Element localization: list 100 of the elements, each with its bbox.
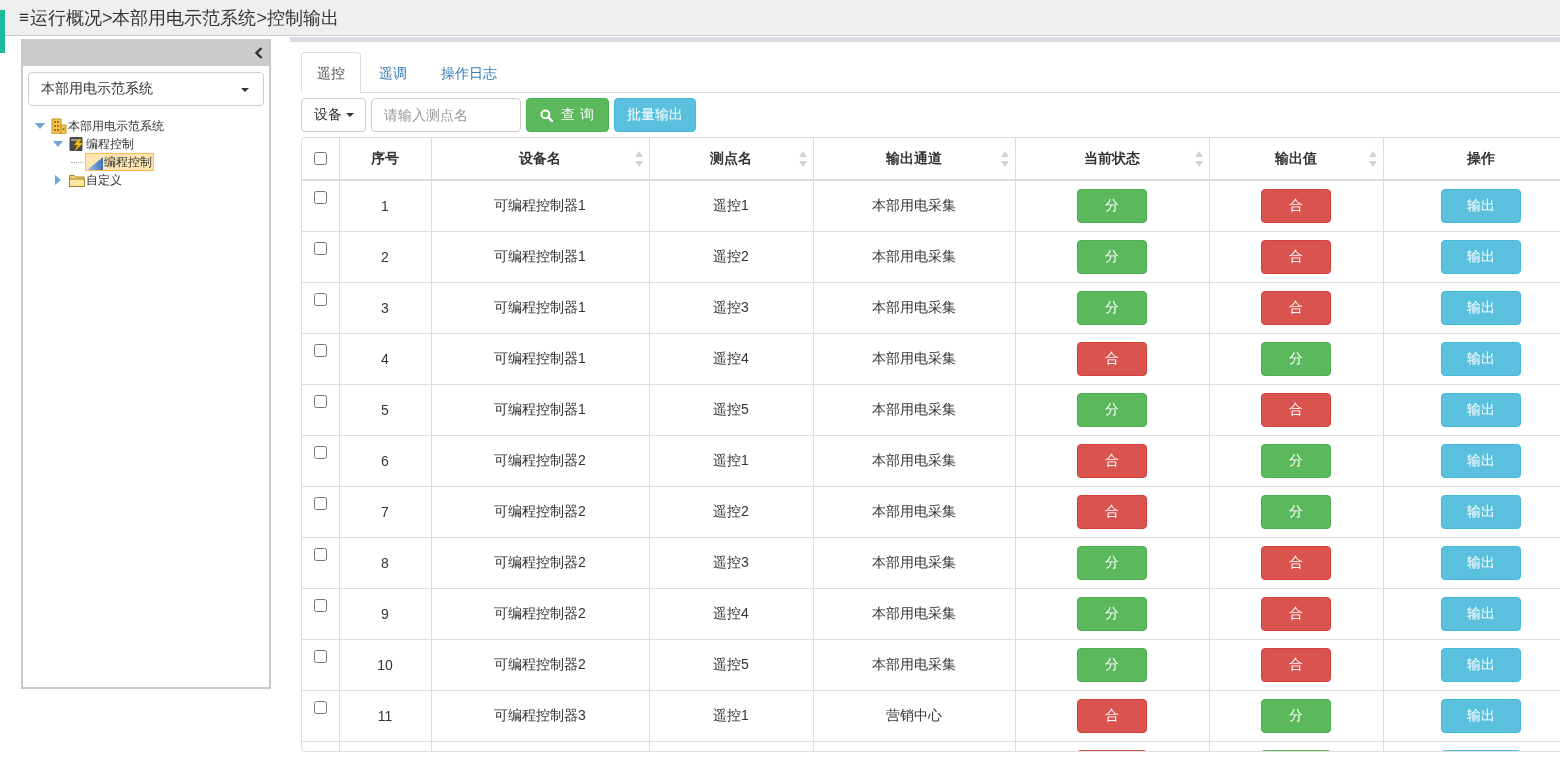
table-cell: 可编程控制器2 bbox=[431, 639, 649, 690]
tree-item[interactable]: 本部用电示范系统 bbox=[49, 117, 166, 135]
device-filter-dropdown[interactable]: 设备 bbox=[301, 98, 366, 132]
column-header: 输出通道 bbox=[886, 149, 942, 168]
table-cell: 遥控1 bbox=[649, 180, 813, 231]
tree-item[interactable]: 自定义 bbox=[67, 171, 124, 189]
state-indicator: 分 bbox=[1077, 596, 1147, 631]
state-indicator: 合 bbox=[1077, 443, 1147, 478]
output-value-button[interactable]: 合 bbox=[1261, 596, 1331, 631]
state-indicator: 合 bbox=[1077, 698, 1147, 733]
table-cell: 本部用电采集 bbox=[813, 486, 1015, 537]
output-button[interactable]: 输出 bbox=[1441, 392, 1521, 427]
table-cell: 本部用电采集 bbox=[813, 639, 1015, 690]
row-checkbox[interactable] bbox=[313, 241, 327, 255]
output-value-button[interactable]: 合 bbox=[1261, 290, 1331, 325]
table-cell: 营销中心 bbox=[813, 690, 1015, 741]
signal-icon bbox=[87, 154, 103, 170]
tab[interactable]: 遥控 bbox=[301, 52, 361, 93]
folder-icon bbox=[69, 172, 85, 188]
table-cell: 遥控2 bbox=[649, 486, 813, 537]
state-indicator: 合 bbox=[1077, 494, 1147, 529]
state-indicator: 分 bbox=[1077, 290, 1147, 325]
column-header: 操作 bbox=[1467, 149, 1495, 168]
output-value-button[interactable]: 合 bbox=[1261, 545, 1331, 580]
row-checkbox[interactable] bbox=[313, 496, 327, 510]
table-cell: 本部用电采集 bbox=[813, 282, 1015, 333]
table-cell: 可编程控制器2 bbox=[431, 588, 649, 639]
row-checkbox[interactable] bbox=[313, 700, 327, 714]
output-button[interactable]: 输出 bbox=[1441, 341, 1521, 376]
table-cell: 1 bbox=[339, 180, 431, 231]
output-value-button[interactable]: 合 bbox=[1261, 188, 1331, 223]
search-icon bbox=[539, 108, 553, 122]
table-cell: 9 bbox=[339, 588, 431, 639]
state-indicator: 分 bbox=[1077, 239, 1147, 274]
table-cell: 可编程控制器2 bbox=[431, 537, 649, 588]
search-field[interactable]: 请输入测点名 bbox=[371, 98, 521, 132]
tree-item[interactable]: 编程控制 bbox=[67, 135, 136, 153]
batch-output-button[interactable]: 批量输出 bbox=[614, 98, 696, 132]
output-button[interactable]: 输出 bbox=[1441, 290, 1521, 325]
row-checkbox[interactable] bbox=[313, 292, 327, 306]
output-button[interactable]: 输出 bbox=[1441, 647, 1521, 682]
column-header: 输出值 bbox=[1275, 149, 1317, 168]
table-cell: 遥控1 bbox=[649, 690, 813, 741]
column-header: 设备名 bbox=[519, 149, 561, 168]
table-cell: 可编程控制器2 bbox=[431, 435, 649, 486]
tree-item[interactable]: 编程控制 bbox=[85, 153, 154, 171]
output-value-button[interactable]: 分 bbox=[1261, 341, 1331, 376]
table-cell: 5 bbox=[339, 384, 431, 435]
row-checkbox[interactable] bbox=[313, 547, 327, 561]
table-cell: 遥控5 bbox=[649, 639, 813, 690]
table-cell: 可编程控制器3 bbox=[431, 690, 649, 741]
row-checkbox[interactable] bbox=[313, 191, 327, 204]
table-cell: 可编程控制器1 bbox=[431, 282, 649, 333]
state-indicator: 分 bbox=[1077, 188, 1147, 223]
caret-icon bbox=[241, 88, 249, 92]
expand-arrow-icon[interactable] bbox=[53, 139, 63, 149]
lightning-box-icon bbox=[69, 136, 85, 152]
row-checkbox[interactable] bbox=[313, 343, 327, 357]
expand-arrow-icon[interactable] bbox=[53, 175, 63, 185]
select-all-checkbox[interactable] bbox=[313, 152, 327, 165]
expand-arrow-icon[interactable] bbox=[35, 121, 45, 131]
output-button[interactable]: 输出 bbox=[1441, 443, 1521, 478]
output-button[interactable]: 输出 bbox=[1441, 188, 1521, 223]
state-indicator: 分 bbox=[1077, 647, 1147, 682]
output-value-button[interactable]: 合 bbox=[1261, 647, 1331, 682]
building-icon bbox=[51, 118, 67, 134]
output-value-button[interactable]: 分 bbox=[1261, 494, 1331, 529]
tab[interactable]: 操作日志 bbox=[425, 52, 513, 93]
row-checkbox[interactable] bbox=[313, 445, 327, 459]
table-cell: 可编程控制器2 bbox=[431, 486, 649, 537]
table-cell: 本部用电采集 bbox=[813, 435, 1015, 486]
table-cell: 遥控1 bbox=[649, 435, 813, 486]
table-cell: 遥控3 bbox=[649, 537, 813, 588]
table-cell: 本部用电采集 bbox=[813, 333, 1015, 384]
collapse-icon[interactable] bbox=[255, 46, 263, 59]
menu-icon[interactable]: ≡ bbox=[19, 7, 29, 28]
row-checkbox[interactable] bbox=[313, 598, 327, 612]
table-cell: 可编程控制器1 bbox=[431, 384, 649, 435]
output-button[interactable]: 输出 bbox=[1441, 698, 1521, 733]
output-value-button[interactable]: 合 bbox=[1261, 392, 1331, 427]
table-cell: 7 bbox=[339, 486, 431, 537]
row-checkbox[interactable] bbox=[313, 649, 327, 663]
output-button[interactable]: 输出 bbox=[1441, 596, 1521, 631]
table-cell: 遥控4 bbox=[649, 588, 813, 639]
state-indicator: 分 bbox=[1077, 545, 1147, 580]
output-value-button[interactable]: 合 bbox=[1261, 239, 1331, 274]
table-cell: 可编程控制器1 bbox=[431, 180, 649, 231]
state-indicator: 合 bbox=[1077, 341, 1147, 376]
output-value-button[interactable]: 分 bbox=[1261, 698, 1331, 733]
column-header: 当前状态 bbox=[1084, 149, 1140, 168]
output-button[interactable]: 输出 bbox=[1441, 494, 1521, 529]
table-cell: 可编程控制器1 bbox=[431, 333, 649, 384]
output-button[interactable]: 输出 bbox=[1441, 545, 1521, 580]
system-select[interactable]: 本部用电示范系统 bbox=[28, 72, 264, 106]
query-button[interactable]: 查 询 bbox=[526, 98, 609, 132]
row-checkbox[interactable] bbox=[313, 394, 327, 408]
table-cell: 遥控3 bbox=[649, 282, 813, 333]
output-button[interactable]: 输出 bbox=[1441, 239, 1521, 274]
tab[interactable]: 遥调 bbox=[363, 52, 423, 93]
output-value-button[interactable]: 分 bbox=[1261, 443, 1331, 478]
